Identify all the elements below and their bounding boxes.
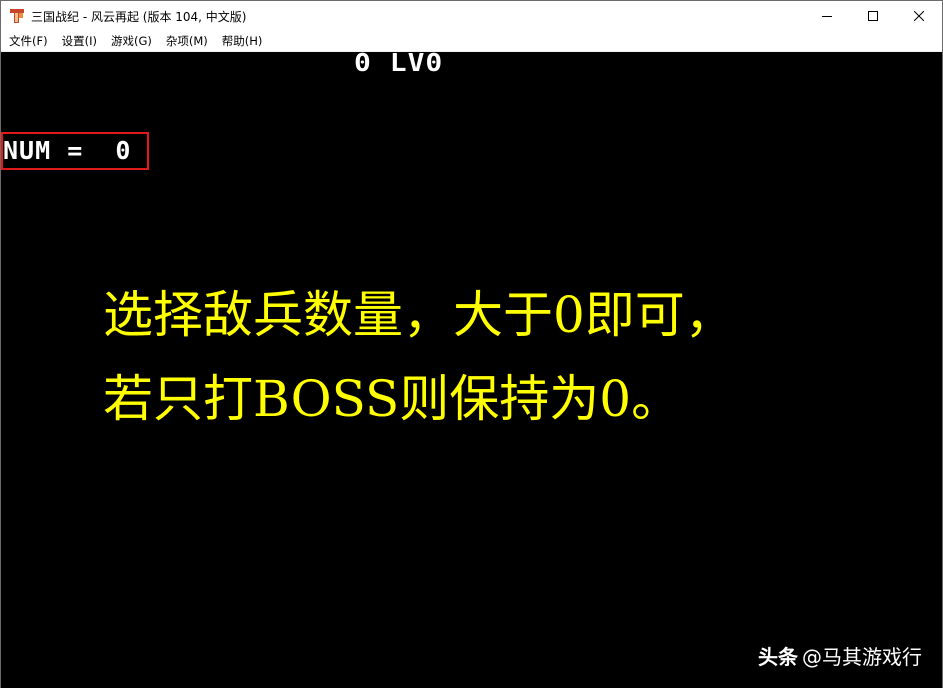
game-screen[interactable]: 0 LV0 NUM = 0 选择敌兵数量，大于0即可， 若只打BOSS则保持为0… (1, 52, 942, 688)
watermark-brand: 头条 (758, 645, 798, 669)
menu-bar: 文件(F) 设置(I) 游戏(G) 杂项(M) 帮助(H) (1, 31, 942, 52)
maximize-button[interactable] (850, 1, 896, 31)
watermark: 头条 @马其游戏行 (758, 641, 922, 670)
menu-game[interactable]: 游戏(G) (104, 31, 159, 51)
watermark-handle: @马其游戏行 (802, 645, 922, 669)
maximize-icon (868, 11, 878, 21)
minimize-icon (822, 16, 832, 17)
level-readout: 0 LV0 (354, 52, 444, 78)
close-icon (914, 11, 924, 21)
title-bar[interactable]: 三国战纪 - 风云再起 (版本 104, 中文版) (1, 1, 942, 31)
window-title: 三国战纪 - 风云再起 (版本 104, 中文版) (31, 9, 247, 24)
enemy-count-readout: NUM = 0 (3, 136, 132, 165)
window-controls (804, 1, 942, 31)
minimize-button[interactable] (804, 1, 850, 31)
menu-settings[interactable]: 设置(I) (55, 31, 104, 51)
close-button[interactable] (896, 1, 942, 31)
caption-line-2: 若只打BOSS则保持为0。 (103, 370, 682, 428)
menu-file[interactable]: 文件(F) (1, 31, 55, 51)
emulator-window: 三国战纪 - 风云再起 (版本 104, 中文版) 文件(F) 设置(I) 游戏… (0, 0, 943, 688)
caption-line-1: 选择敌兵数量，大于0即可， (103, 286, 735, 344)
app-logo-icon[interactable] (9, 8, 25, 24)
menu-help[interactable]: 帮助(H) (215, 31, 270, 51)
menu-misc[interactable]: 杂项(M) (159, 31, 215, 51)
